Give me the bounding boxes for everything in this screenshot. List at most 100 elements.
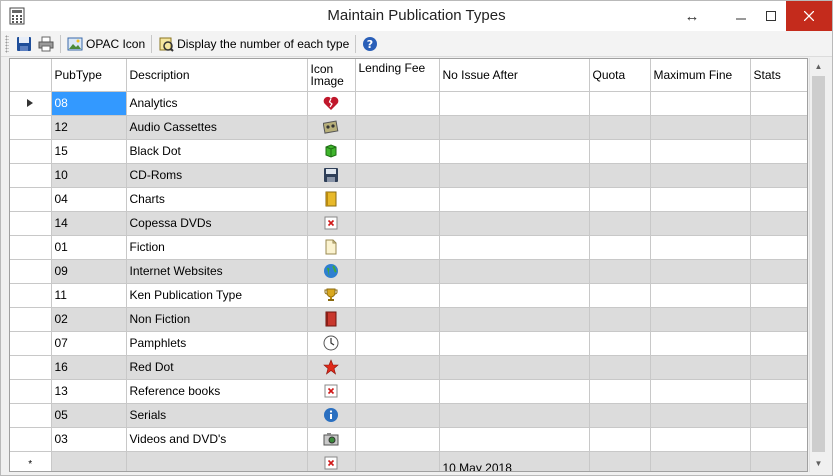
row-header[interactable] bbox=[10, 259, 52, 284]
new-cell-stats[interactable] bbox=[750, 451, 807, 471]
cell-description[interactable]: Copessa DVDs bbox=[126, 211, 308, 236]
row-header[interactable] bbox=[10, 91, 52, 116]
cell-description[interactable]: Reference books bbox=[126, 379, 308, 404]
table-row[interactable]: 14 Copessa DVDs bbox=[10, 211, 807, 236]
cell-quota[interactable] bbox=[589, 307, 651, 332]
cell-lending-fee[interactable] bbox=[355, 139, 440, 164]
cell-pubtype[interactable]: 02 bbox=[51, 307, 127, 332]
maximize-button[interactable] bbox=[756, 1, 786, 31]
cell-pubtype[interactable]: 04 bbox=[51, 187, 127, 212]
cell-no-issue-after[interactable] bbox=[439, 115, 590, 140]
cell-icon-image[interactable] bbox=[307, 355, 356, 380]
column-header-lending-fee[interactable]: Lending Fee bbox=[355, 59, 440, 92]
row-header[interactable] bbox=[10, 355, 52, 380]
cell-max-fine[interactable] bbox=[650, 379, 751, 404]
table-row[interactable]: 12 Audio Cassettes bbox=[10, 115, 807, 140]
close-button[interactable] bbox=[786, 1, 832, 31]
row-header[interactable] bbox=[10, 403, 52, 428]
cell-pubtype[interactable]: 05 bbox=[51, 403, 127, 428]
cell-icon-image[interactable] bbox=[307, 379, 356, 404]
cell-no-issue-after[interactable] bbox=[439, 379, 590, 404]
cell-quota[interactable] bbox=[589, 235, 651, 260]
cell-no-issue-after[interactable] bbox=[439, 211, 590, 236]
table-row[interactable]: 01 Fiction bbox=[10, 235, 807, 260]
cell-no-issue-after[interactable] bbox=[439, 259, 590, 284]
cell-max-fine[interactable] bbox=[650, 283, 751, 308]
table-row[interactable]: 05 Serials bbox=[10, 403, 807, 428]
cell-description[interactable]: Red Dot bbox=[126, 355, 308, 380]
cell-pubtype[interactable]: 10 bbox=[51, 163, 127, 188]
cell-lending-fee[interactable] bbox=[355, 403, 440, 428]
cell-pubtype[interactable]: 15 bbox=[51, 139, 127, 164]
column-header-no-issue-after[interactable]: No Issue After bbox=[439, 59, 590, 92]
cell-pubtype[interactable]: 11 bbox=[51, 283, 127, 308]
minimize-button[interactable] bbox=[726, 1, 756, 31]
row-header[interactable] bbox=[10, 115, 52, 140]
cell-stats[interactable] bbox=[750, 427, 807, 452]
cell-description[interactable]: Black Dot bbox=[126, 139, 308, 164]
cell-quota[interactable] bbox=[589, 211, 651, 236]
cell-max-fine[interactable] bbox=[650, 91, 751, 116]
row-header[interactable] bbox=[10, 427, 52, 452]
cell-quota[interactable] bbox=[589, 259, 651, 284]
cell-lending-fee[interactable] bbox=[355, 259, 440, 284]
cell-max-fine[interactable] bbox=[650, 331, 751, 356]
cell-max-fine[interactable] bbox=[650, 403, 751, 428]
cell-description[interactable]: Pamphlets bbox=[126, 331, 308, 356]
cell-lending-fee[interactable] bbox=[355, 355, 440, 380]
table-row[interactable]: 07 Pamphlets bbox=[10, 331, 807, 356]
table-row[interactable]: 09 Internet Websites bbox=[10, 259, 807, 284]
cell-pubtype[interactable]: 13 bbox=[51, 379, 127, 404]
cell-max-fine[interactable] bbox=[650, 187, 751, 212]
cell-quota[interactable] bbox=[589, 331, 651, 356]
cell-no-issue-after[interactable] bbox=[439, 91, 590, 116]
toolbar-grip[interactable] bbox=[5, 34, 9, 53]
row-header[interactable] bbox=[10, 379, 52, 404]
cell-lending-fee[interactable] bbox=[355, 379, 440, 404]
cell-stats[interactable] bbox=[750, 187, 807, 212]
column-header-stats[interactable]: Stats bbox=[750, 59, 807, 92]
cell-max-fine[interactable] bbox=[650, 427, 751, 452]
cell-icon-image[interactable] bbox=[307, 163, 356, 188]
row-header[interactable] bbox=[10, 283, 52, 308]
cell-lending-fee[interactable] bbox=[355, 283, 440, 308]
cell-lending-fee[interactable] bbox=[355, 187, 440, 212]
new-cell-max-fine[interactable] bbox=[650, 451, 751, 471]
cell-max-fine[interactable] bbox=[650, 259, 751, 284]
row-header-corner[interactable] bbox=[10, 59, 52, 92]
cell-pubtype[interactable]: 01 bbox=[51, 235, 127, 260]
cell-quota[interactable] bbox=[589, 163, 651, 188]
cell-description[interactable]: Ken Publication Type bbox=[126, 283, 308, 308]
cell-lending-fee[interactable] bbox=[355, 91, 440, 116]
cell-no-issue-after[interactable] bbox=[439, 307, 590, 332]
row-header[interactable] bbox=[10, 307, 52, 332]
cell-stats[interactable] bbox=[750, 91, 807, 116]
cell-quota[interactable] bbox=[589, 379, 651, 404]
cell-no-issue-after[interactable] bbox=[439, 283, 590, 308]
cell-max-fine[interactable] bbox=[650, 115, 751, 140]
column-header-icon[interactable]: Icon Image bbox=[307, 59, 356, 92]
cell-quota[interactable] bbox=[589, 427, 651, 452]
table-row[interactable]: 10 CD-Roms bbox=[10, 163, 807, 188]
cell-no-issue-after[interactable] bbox=[439, 355, 590, 380]
cell-lending-fee[interactable] bbox=[355, 163, 440, 188]
cell-description[interactable]: Fiction bbox=[126, 235, 308, 260]
new-cell-no-issue-after[interactable]: 10 May 2018 bbox=[439, 451, 590, 471]
cell-lending-fee[interactable] bbox=[355, 115, 440, 140]
cell-lending-fee[interactable] bbox=[355, 307, 440, 332]
cell-pubtype[interactable]: 12 bbox=[51, 115, 127, 140]
table-row[interactable]: 02 Non Fiction bbox=[10, 307, 807, 332]
table-row[interactable]: 16 Red Dot bbox=[10, 355, 807, 380]
cell-max-fine[interactable] bbox=[650, 139, 751, 164]
cell-description[interactable]: Videos and DVD's bbox=[126, 427, 308, 452]
cell-max-fine[interactable] bbox=[650, 211, 751, 236]
cell-stats[interactable] bbox=[750, 259, 807, 284]
cell-icon-image[interactable] bbox=[307, 307, 356, 332]
cell-quota[interactable] bbox=[589, 139, 651, 164]
cell-max-fine[interactable] bbox=[650, 163, 751, 188]
cell-max-fine[interactable] bbox=[650, 307, 751, 332]
cell-stats[interactable] bbox=[750, 283, 807, 308]
cell-quota[interactable] bbox=[589, 355, 651, 380]
cell-stats[interactable] bbox=[750, 331, 807, 356]
opac-icon-button[interactable]: OPAC Icon bbox=[64, 33, 148, 55]
